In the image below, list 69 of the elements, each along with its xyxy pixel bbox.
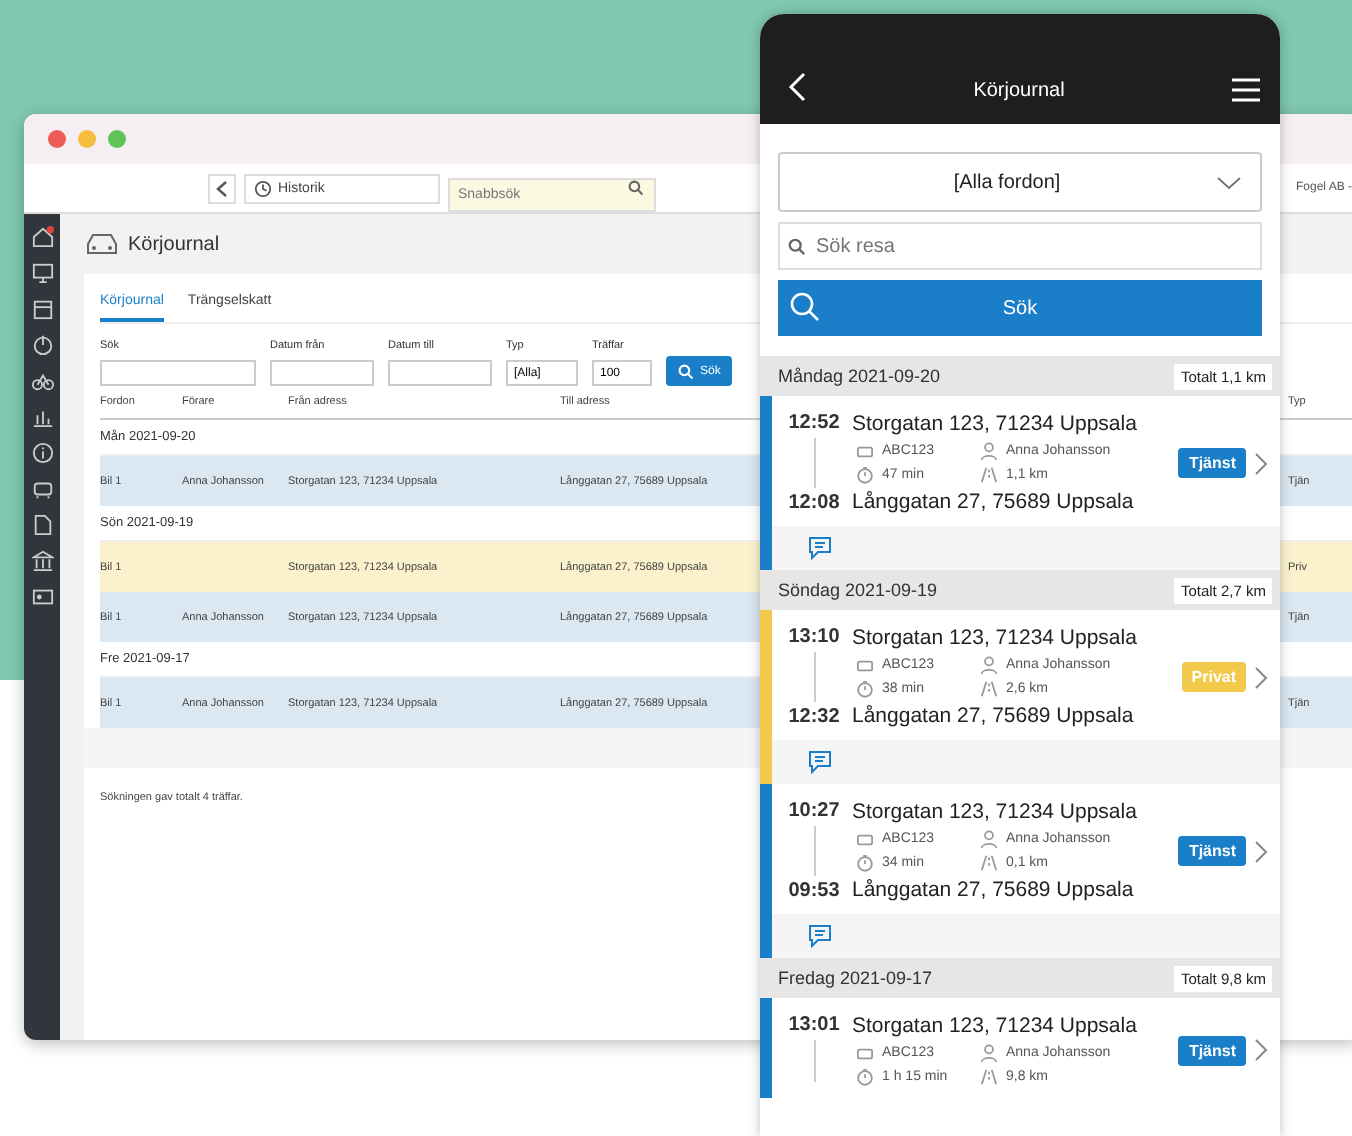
search-button[interactable]: Sök bbox=[778, 280, 1262, 336]
road-icon bbox=[980, 680, 998, 698]
trip-type-badge: Tjänst bbox=[1178, 836, 1246, 866]
stopwatch-icon bbox=[856, 854, 874, 872]
date-from-field[interactable] bbox=[270, 360, 374, 386]
back-icon[interactable] bbox=[788, 72, 806, 102]
menu-icon[interactable] bbox=[1232, 78, 1260, 102]
start-time: 12:52 bbox=[788, 412, 840, 434]
close-button[interactable] bbox=[48, 130, 66, 148]
chevron-right-icon bbox=[1254, 1038, 1268, 1062]
trip-search-field[interactable]: Sök resa bbox=[778, 222, 1262, 270]
trip-type-badge: Privat bbox=[1181, 662, 1246, 692]
chevron-right-icon bbox=[1254, 451, 1268, 475]
from-address: Storgatan 123, 71234 Uppsala bbox=[852, 800, 1139, 824]
page-title: Körjournal bbox=[128, 233, 220, 255]
search-field[interactable] bbox=[100, 360, 256, 386]
to-address: Långgatan 27, 75689 Uppsala bbox=[852, 490, 1136, 514]
chevron-left-icon bbox=[216, 179, 228, 197]
end-time: 12:08 bbox=[788, 492, 840, 514]
search-icon bbox=[678, 363, 694, 379]
search-icon bbox=[788, 238, 806, 256]
search-icon bbox=[628, 179, 644, 195]
person-icon bbox=[980, 1044, 998, 1062]
start-time: 13:01 bbox=[788, 1014, 840, 1036]
back-button[interactable] bbox=[208, 173, 236, 203]
chevron-right-icon bbox=[1254, 665, 1268, 689]
person-icon bbox=[980, 442, 998, 460]
chevron-down-icon bbox=[1216, 175, 1242, 189]
road-icon bbox=[980, 1068, 998, 1086]
to-address: Långgatan 27, 75689 Uppsala bbox=[852, 878, 1136, 902]
document-icon[interactable] bbox=[31, 514, 53, 536]
date-to-field[interactable] bbox=[388, 360, 492, 386]
stopwatch-icon bbox=[856, 1068, 874, 1086]
screen-title: Körjournal bbox=[973, 80, 1065, 102]
power-icon[interactable] bbox=[31, 334, 53, 356]
end-time: 09:53 bbox=[788, 880, 840, 902]
comment-icon[interactable] bbox=[808, 924, 832, 948]
stopwatch-icon bbox=[856, 466, 874, 484]
bank-icon[interactable] bbox=[31, 550, 53, 572]
start-time: 13:10 bbox=[788, 626, 840, 648]
from-address: Storgatan 123, 71234 Uppsala bbox=[852, 1014, 1139, 1038]
info-icon[interactable] bbox=[31, 442, 53, 464]
road-icon bbox=[980, 854, 998, 872]
chart-icon[interactable] bbox=[31, 406, 53, 428]
to-address: Långgatan 27, 75689 Uppsala bbox=[852, 704, 1136, 728]
bicycle-icon[interactable] bbox=[31, 370, 53, 392]
day-header: Fredag 2021-09-17 bbox=[778, 968, 933, 988]
comment-icon[interactable] bbox=[808, 536, 832, 560]
day-header: Måndag 2021-09-20 bbox=[778, 366, 941, 386]
search-icon bbox=[790, 292, 820, 322]
calendar-icon[interactable] bbox=[31, 298, 53, 320]
trip-type-badge: Tjänst bbox=[1178, 1035, 1246, 1065]
start-time: 10:27 bbox=[788, 800, 840, 822]
from-address: Storgatan 123, 71234 Uppsala bbox=[852, 412, 1139, 436]
trip-type-badge: Tjänst bbox=[1178, 448, 1246, 478]
clock-icon bbox=[254, 179, 272, 197]
person-icon bbox=[980, 656, 998, 674]
chevron-right-icon bbox=[1254, 839, 1268, 863]
vehicle-dropdown[interactable]: [Alla fordon] bbox=[778, 152, 1262, 212]
comment-icon[interactable] bbox=[808, 750, 832, 774]
home-icon[interactable] bbox=[31, 226, 53, 248]
stopwatch-icon bbox=[856, 680, 874, 698]
monitor-icon[interactable] bbox=[31, 262, 53, 284]
road-icon bbox=[980, 466, 998, 484]
day-header: Söndag 2021-09-19 bbox=[778, 580, 938, 600]
id-card-icon[interactable] bbox=[31, 586, 53, 608]
end-time: 12:32 bbox=[788, 706, 840, 728]
person-icon bbox=[980, 830, 998, 848]
from-address: Storgatan 123, 71234 Uppsala bbox=[852, 626, 1139, 650]
